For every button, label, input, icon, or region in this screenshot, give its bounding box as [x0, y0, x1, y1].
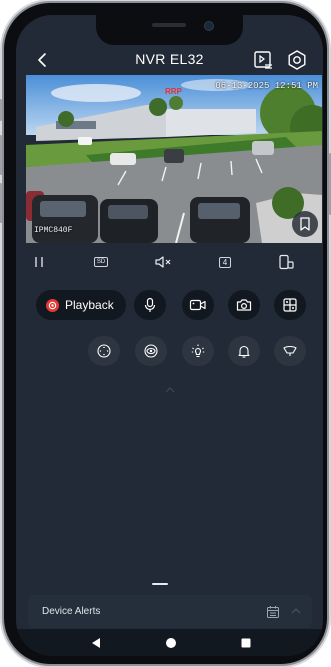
- siren-icon: [283, 345, 297, 356]
- volume-up-button: [0, 135, 2, 175]
- settings-icon[interactable]: [286, 49, 308, 71]
- notch: [96, 15, 243, 45]
- nav-home-button[interactable]: [162, 634, 180, 652]
- video-record-icon: [189, 299, 206, 311]
- nav-recent-icon: [241, 638, 251, 648]
- volume-down-button: [0, 183, 2, 223]
- nav-back-icon: [92, 638, 100, 648]
- front-camera: [204, 21, 214, 31]
- mute-button[interactable]: [149, 251, 177, 273]
- osd-camera-name: IPMC840F: [34, 226, 73, 235]
- system-navigation-bar: [16, 629, 323, 656]
- sd-quality-icon: SD: [93, 257, 109, 267]
- playback-button[interactable]: Playback: [36, 290, 126, 320]
- camera-view-image: [26, 75, 322, 243]
- light-icon: [191, 344, 205, 358]
- camera-snapshot-icon: [236, 299, 252, 311]
- top-bar: NVR EL32: [16, 45, 323, 75]
- collapse-caret-icon[interactable]: [164, 386, 176, 394]
- osd-timestamp: 06-13-2025 12:51 PM: [215, 81, 318, 91]
- alarm-button[interactable]: [228, 336, 260, 366]
- osd-tag: RRP: [165, 87, 182, 96]
- bookmark-icon: [300, 217, 310, 231]
- record-video-button[interactable]: [182, 290, 214, 320]
- alarm-bell-icon: [238, 345, 250, 358]
- nav-back-button[interactable]: [87, 634, 105, 652]
- device-alerts-panel[interactable]: Device Alerts: [28, 595, 312, 628]
- snapshot-button[interactable]: [228, 290, 260, 320]
- microphone-icon: [144, 297, 156, 312]
- page-title: NVR EL32: [135, 51, 204, 67]
- fisheye-icon: [144, 344, 158, 358]
- primary-actions: Playback: [16, 290, 323, 320]
- split-screen-button[interactable]: 4: [211, 251, 239, 273]
- record-icon: [46, 298, 59, 312]
- rotate-phone-icon: [279, 254, 294, 270]
- ptz-button[interactable]: [88, 336, 120, 366]
- light-button[interactable]: [182, 336, 214, 366]
- quality-button[interactable]: SD: [87, 251, 115, 273]
- secondary-actions: [16, 336, 323, 366]
- device-alerts-label: Device Alerts: [42, 606, 101, 617]
- earpiece: [152, 23, 186, 27]
- split-screen-icon: 4: [218, 256, 232, 268]
- playback-label: Playback: [65, 298, 114, 312]
- pause-icon: [35, 257, 43, 267]
- nav-recent-button[interactable]: [237, 634, 255, 652]
- mute-icon: [155, 256, 171, 268]
- phone-frame: NVR EL32 RRP 06-13-2025 12:51 PM IPMC840…: [0, 3, 331, 664]
- video-control-bar: SD 4: [16, 251, 323, 273]
- fisheye-button[interactable]: [135, 336, 167, 366]
- expand-caret-icon[interactable]: [290, 607, 302, 615]
- pause-button[interactable]: [25, 251, 53, 273]
- nav-home-icon: [166, 638, 176, 648]
- app-screen: NVR EL32 RRP 06-13-2025 12:51 PM IPMC840…: [16, 15, 323, 656]
- grid-view-icon: [283, 298, 297, 312]
- mute-switch: [0, 99, 2, 121]
- ptz-icon: [97, 344, 111, 358]
- playback-list-icon[interactable]: [252, 49, 274, 71]
- siren-button[interactable]: [274, 336, 306, 366]
- live-video-feed[interactable]: RRP 06-13-2025 12:51 PM IPMC840F: [26, 75, 322, 243]
- multi-view-button[interactable]: [274, 290, 306, 320]
- calendar-icon[interactable]: [266, 605, 280, 619]
- rotate-button[interactable]: [272, 251, 300, 273]
- talk-button[interactable]: [134, 290, 166, 320]
- drawer-handle[interactable]: [152, 583, 168, 585]
- bookmark-button[interactable]: [292, 211, 318, 237]
